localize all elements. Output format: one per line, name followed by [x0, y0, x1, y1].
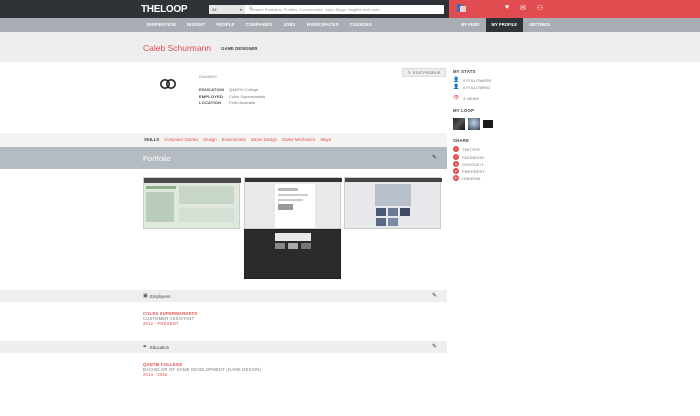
mail-icon[interactable]: ✉: [520, 4, 526, 12]
skill-tag[interactable]: Environment: [222, 137, 246, 142]
facebook-icon: f: [453, 154, 459, 160]
profile-interest: GAMING: [199, 74, 218, 79]
nav-jobs[interactable]: JOBS: [283, 18, 306, 32]
skill-tag[interactable]: Game Design: [251, 137, 277, 142]
following-stat[interactable]: 👤 0 FOLLOWING: [453, 84, 490, 90]
twitter-icon: t: [453, 146, 459, 152]
employers-title: Employers: [150, 294, 171, 299]
search-scope-select[interactable]: All ▾: [209, 5, 245, 14]
nav-courses[interactable]: COURSES: [350, 18, 383, 32]
search-icon: ⚲: [249, 6, 253, 12]
chevron-down-icon: ▾: [239, 7, 242, 12]
skills-list: SKILLS Computer Games Design Environment…: [144, 137, 331, 142]
edit-portfolio-icon[interactable]: ✎: [432, 154, 437, 161]
share-linkedin[interactable]: in LINKEDIN: [453, 175, 480, 181]
linkedin-icon: in: [453, 175, 459, 181]
edit-education-icon[interactable]: ✎: [432, 343, 437, 350]
nav-insight[interactable]: INSIGHT: [187, 18, 216, 32]
edit-employers-icon[interactable]: ✎: [432, 292, 437, 299]
user-icon: 👤: [453, 84, 460, 90]
search-bar: All▾ ⚲: [209, 5, 444, 14]
google-icon: g: [453, 161, 459, 167]
employer-dates: 2012 - PRESENT: [143, 321, 179, 326]
portfolio-title: Portfolio: [143, 154, 171, 163]
nav-bar: INSPIRATION INSIGHT PEOPLE COMPANIES JOB…: [0, 18, 700, 32]
skill-tag[interactable]: Maya: [320, 137, 331, 142]
education-title: Education: [150, 345, 170, 350]
skill-tag[interactable]: Computer Games: [164, 137, 198, 142]
main-nav: INSPIRATION INSIGHT PEOPLE COMPANIES JOB…: [147, 18, 383, 32]
employed-info: EMPLOYED Coles Supermarkets: [199, 94, 266, 99]
share-title: SHARE: [453, 138, 470, 143]
followers-stat[interactable]: 👤 0 FOLLOWERS: [453, 77, 491, 83]
heart-icon[interactable]: ♥: [505, 4, 509, 11]
portfolio-header: [0, 147, 447, 169]
edit-profile-button[interactable]: ✎ EDIT PROFILE: [402, 68, 446, 77]
my-loop-title: MY LOOP: [453, 108, 475, 113]
location-info: LOCATION Perth Australia: [199, 100, 256, 105]
site-logo[interactable]: THELOOP: [141, 4, 188, 15]
top-bar-user-area: [449, 0, 700, 18]
skill-tag[interactable]: Game Mechanics: [282, 137, 315, 142]
profile-logo-icon: [160, 79, 176, 89]
nav-inspiration[interactable]: INSPIRATION: [147, 18, 187, 32]
avatar[interactable]: [460, 6, 466, 12]
nav-my-feed[interactable]: MY FEED: [455, 18, 486, 32]
nav-people[interactable]: PEOPLE: [216, 18, 245, 32]
eye-icon: 👁: [453, 95, 460, 101]
employers-header: [0, 290, 447, 302]
nav-companies[interactable]: COMPANIES: [245, 18, 283, 32]
pinterest-icon: p: [453, 168, 459, 174]
pencil-icon: ✎: [407, 70, 412, 75]
views-stat: 👁 3 VIEWS: [453, 95, 480, 101]
profile-role: GAME DESIGNER: [221, 46, 258, 51]
loop-avatar[interactable]: [468, 118, 480, 130]
education-dates: 2014 - 2015: [143, 372, 168, 377]
pen-icon: ✒: [143, 344, 148, 350]
portfolio-item[interactable]: [344, 177, 442, 229]
share-pinterest[interactable]: p PINTEREST: [453, 168, 484, 174]
my-stats-title: MY STATS: [453, 69, 476, 74]
loop-avatar[interactable]: [453, 118, 465, 130]
education-info: EDUCATION QANTM College: [199, 87, 259, 92]
nav-my-profile[interactable]: MY PROFILE: [485, 18, 524, 32]
nav-settings[interactable]: SETTINGS: [523, 18, 556, 32]
profile-name: Caleb Schurmann: [143, 43, 212, 53]
skill-tag[interactable]: Design: [203, 137, 216, 142]
user-plus-icon: 👤: [453, 77, 460, 83]
portfolio-item[interactable]: [244, 229, 341, 279]
share-twitter[interactable]: t TWITTER: [453, 146, 480, 152]
search-input[interactable]: [245, 5, 444, 14]
education-header: [0, 341, 447, 353]
users-icon[interactable]: ⚇: [537, 4, 543, 12]
portfolio-item[interactable]: [143, 177, 241, 229]
share-google[interactable]: g GOOGLE+1: [453, 161, 484, 167]
nav-workspaces[interactable]: WORKSPACES: [307, 18, 350, 32]
portfolio-item[interactable]: [244, 177, 342, 229]
share-facebook[interactable]: f FACEBOOK: [453, 154, 484, 160]
user-nav: MY FEED MY PROFILE SETTINGS: [455, 18, 556, 32]
loop-avatar[interactable]: [483, 120, 493, 128]
profile-header: [0, 32, 700, 62]
briefcase-icon: ▣: [143, 293, 148, 299]
skills-label: SKILLS: [144, 137, 160, 142]
